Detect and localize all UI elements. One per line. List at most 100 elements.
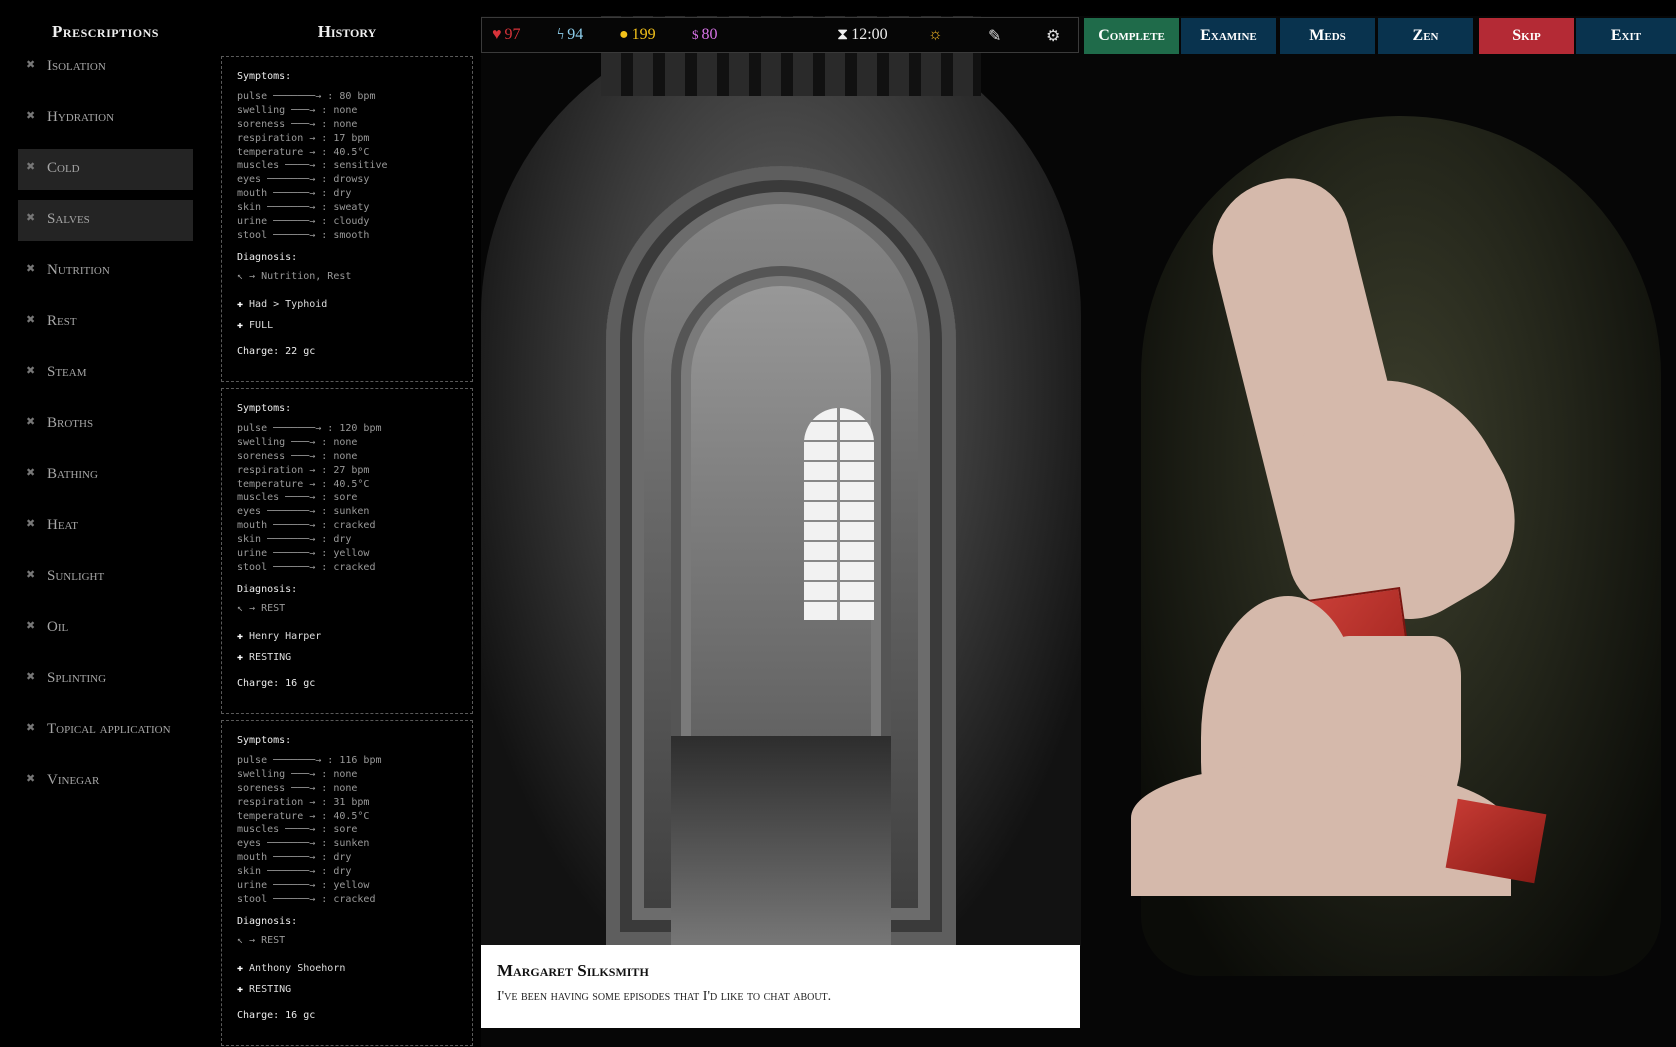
hourglass-icon: ⧗ [837,26,849,43]
history-title: History [317,22,377,41]
symptom-row: stool ──────→ : cracked [237,561,376,573]
cross-icon: ✖ [26,467,36,479]
skip-button[interactable]: Skip [1479,18,1574,54]
symptom-row: pulse ───────→ : 116 bpm [237,755,382,766]
symptom-row: muscles ────→ : sensitive [237,160,388,172]
symptom-row: temperature → : 40.5°C [237,810,370,822]
history-tag: ✚ RESTING [237,652,472,664]
symptom-row: mouth ──────→ : dry [237,852,352,864]
history-tag: ✚ FULL [237,320,472,332]
tag-text: Anthony Shoehorn [249,962,346,974]
prescription-item[interactable]: ✖ Splinting [18,659,193,700]
cross-icon: ✖ [26,722,36,734]
symptom-row: skin ───────→ : dry [237,866,352,878]
prescription-item[interactable]: ✖ Bathing [18,455,193,496]
prescription-label: Broths [47,415,94,431]
history-card[interactable]: Symptoms: pulse ───────→ : 80 bpm swelling… [221,56,473,382]
diagnosis-heading: Diagnosis: [237,583,298,595]
prescription-item[interactable]: ✖ Broths [18,404,193,445]
status-bar: ♥ 97 ϟ 94 ● 199 $80 ⧗ 12:00 ☼ ✎ ⚙ [481,17,1079,53]
zen-button[interactable]: Zen [1378,18,1473,54]
history-tag: ✚ RESTING [237,984,472,996]
charge-value: Charge: 16 gc [237,1009,316,1021]
prescription-label: Sunlight [47,568,105,584]
history-card[interactable]: Symptoms: pulse ───────→ : 120 bpm swellin… [221,388,473,714]
symptom-row: pulse ───────→ : 80 bpm [237,91,376,102]
symptom-row: urine ──────→ : cloudy [237,216,370,228]
symptom-row: skin ───────→ : dry [237,534,352,546]
prescription-item[interactable]: ✖ Nutrition [18,251,193,292]
diagnosis-value: ↖ → REST [237,934,286,946]
symptom-row: soreness ───→ : none [237,782,358,794]
prescription-item[interactable]: ✖ Hydration [18,98,193,139]
symptoms-heading: Symptoms: [237,735,292,746]
energy-value: 94 [567,26,584,43]
bolt-icon: ϟ [557,26,565,43]
journal-icon[interactable]: ✎ [988,26,1001,46]
prescription-label: Isolation [47,58,106,74]
prescription-item[interactable]: ✖ Isolation [18,47,193,88]
cross-icon: ✖ [26,263,36,275]
prescription-label: Salves [47,211,90,227]
prescription-item[interactable]: ✖ Cold [18,149,193,190]
symptom-row: eyes ───────→ : sunken [237,506,370,518]
symptom-row: urine ──────→ : yellow [237,548,370,560]
prescription-item[interactable]: ✖ Steam [18,353,193,394]
symptom-row: swelling ───→ : none [237,104,358,116]
cross-icon: ✖ [26,110,36,122]
symptoms-list: pulse ───────→ : 116 bpm swelling ───→ : … [237,754,472,907]
sun-icon[interactable]: ☼ [928,26,943,44]
cross-icon: ✖ [26,59,36,71]
prescription-item[interactable]: ✖ Vinegar [18,761,193,802]
symptom-row: mouth ──────→ : cracked [237,520,376,532]
symptom-row: soreness ───→ : none [237,450,358,462]
prescription-label: Bathing [47,466,98,482]
cross-icon: ✖ [26,671,36,683]
cross-icon: ✖ [26,773,36,785]
coin-icon: ● [619,26,629,43]
settings-icon[interactable]: ⚙ [1046,26,1060,46]
prescription-label: Hydration [47,109,115,125]
tag-text: Had > Typhoid [249,298,328,310]
money-stat: $80 [692,26,718,44]
prescription-item[interactable]: ✖ Topical application [18,710,193,751]
history-list[interactable]: Symptoms: pulse ───────→ : 80 bpm swelling… [221,56,473,1047]
cross-icon: ✖ [26,620,36,632]
plus-icon: ✚ [237,298,244,310]
tag-text: Henry Harper [249,630,322,642]
symptom-row: eyes ───────→ : sunken [237,838,370,850]
diagnosis-value: ↖ → REST [237,602,286,614]
charge-value: Charge: 16 gc [237,677,316,689]
prescription-item[interactable]: ✖ Heat [18,506,193,547]
patient-figure[interactable] [1121,76,1676,976]
meds-button[interactable]: Meds [1280,18,1375,54]
prescription-item[interactable]: ✖ Salves [18,200,193,241]
dialog-box[interactable]: Margaret Silksmith I've been having some… [481,945,1080,1028]
diagnosis-heading: Diagnosis: [237,915,298,927]
history-card[interactable]: Symptoms: pulse ───────→ : 116 bpm swellin… [221,720,473,1046]
diagnosis-heading: Diagnosis: [237,251,298,263]
prescription-label: Vinegar [47,772,100,788]
symptom-row: eyes ───────→ : drowsy [237,174,370,186]
diagnosis-value: ↖ → Nutrition, Rest [237,270,352,282]
history-tag: ✚ Anthony Shoehorn [237,963,472,975]
prescription-item[interactable]: ✖ Sunlight [18,557,193,598]
charge-value: Charge: 22 gc [237,345,316,357]
prescription-label: Steam [47,364,87,380]
complete-button[interactable]: Complete [1084,18,1179,54]
prescription-item[interactable]: ✖ Rest [18,302,193,343]
symptoms-list: pulse ───────→ : 120 bpm swelling ───→ : … [237,422,472,575]
symptom-row: muscles ────→ : sore [237,824,358,836]
symptom-row: temperature → : 40.5°C [237,146,370,158]
tag-text: FULL [249,319,274,331]
cross-icon: ✖ [26,314,36,326]
prescription-item[interactable]: ✖ Oil [18,608,193,649]
exit-button[interactable]: Exit [1576,18,1676,54]
prescription-label: Heat [47,517,78,533]
symptom-row: respiration → : 17 bpm [237,132,370,144]
symptom-row: temperature → : 40.5°C [237,478,370,490]
cross-icon: ✖ [26,161,36,173]
examine-button[interactable]: Examine [1181,18,1276,54]
symptom-row: stool ──────→ : smooth [237,229,370,241]
time-value: 12:00 [851,26,888,43]
